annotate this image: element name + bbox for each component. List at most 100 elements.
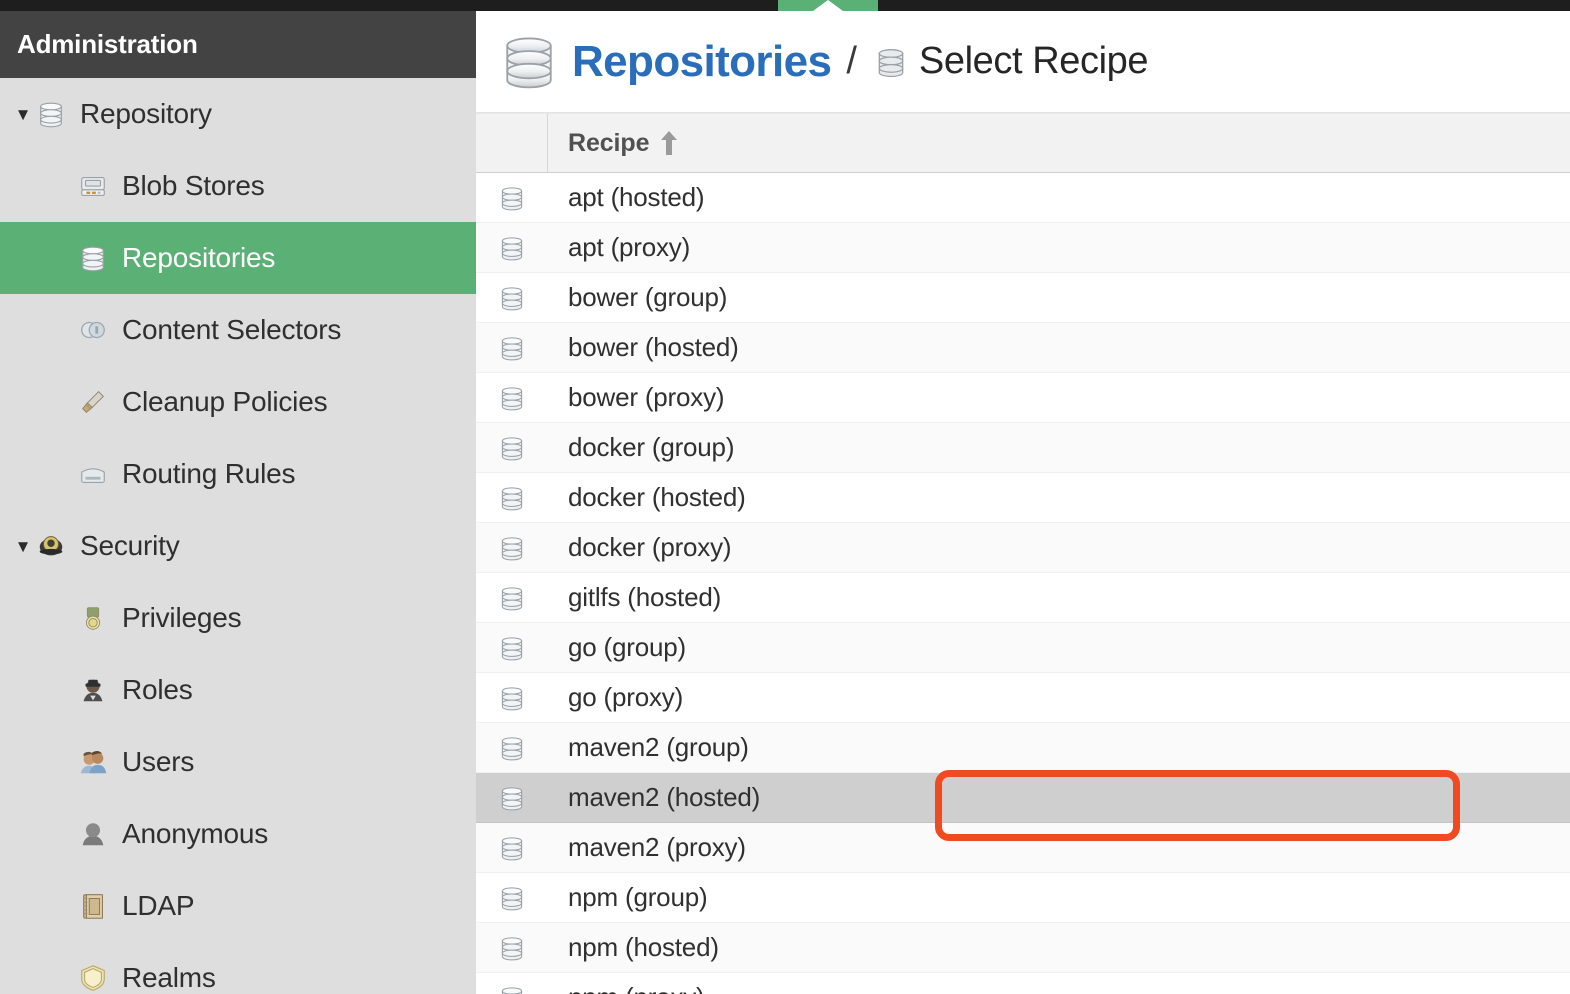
sidebar-item-users[interactable]: Users [0, 726, 476, 798]
row-icon-cell [476, 184, 548, 212]
row-icon-cell [476, 384, 548, 412]
breadcrumb-current-select-recipe: Select Recipe [919, 40, 1148, 83]
row-icon-cell [476, 934, 548, 962]
top-nav-bar [0, 0, 1570, 11]
recipe-name-cell: bower (proxy) [548, 382, 1570, 413]
sidebar-item-privileges[interactable]: Privileges [0, 582, 476, 654]
security-shield-icon [36, 531, 66, 561]
recipe-table: Recipe apt (hosted) apt (proxy) bower (gro… [476, 113, 1570, 994]
sidebar-item-label: Content Selectors [122, 314, 341, 346]
admin-sidebar: Administration ▼ Repository Blob Stores Rep… [0, 11, 476, 994]
sidebar-item-roles[interactable]: Roles [0, 654, 476, 726]
main-content-panel: Repositories / Select Recipe Recipe [476, 11, 1570, 994]
sidebar-item-ldap[interactable]: LDAP [0, 870, 476, 942]
database-icon [498, 584, 526, 612]
recipe-name-cell: apt (proxy) [548, 232, 1570, 263]
table-row[interactable]: npm (hosted) [476, 923, 1570, 973]
database-icon [498, 684, 526, 712]
recipe-name-cell: gitlfs (hosted) [548, 582, 1570, 613]
recipe-name-cell: go (group) [548, 632, 1570, 663]
table-row[interactable]: docker (proxy) [476, 523, 1570, 573]
sidebar-item-anonymous[interactable]: Anonymous [0, 798, 476, 870]
table-header-recipe-column[interactable]: Recipe [548, 114, 1570, 172]
table-row[interactable]: npm (proxy) [476, 973, 1570, 994]
row-icon-cell [476, 484, 548, 512]
recipe-name-cell: maven2 (proxy) [548, 832, 1570, 863]
database-icon [498, 234, 526, 262]
sidebar-item-realms[interactable]: Realms [0, 942, 476, 994]
table-row[interactable]: maven2 (group) [476, 723, 1570, 773]
breadcrumb-link-repositories[interactable]: Repositories [572, 37, 831, 87]
table-header-icon-column [476, 114, 548, 172]
recipe-name-cell: apt (hosted) [548, 182, 1570, 213]
database-icon [498, 534, 526, 562]
sidebar-item-blob-stores[interactable]: Blob Stores [0, 150, 476, 222]
database-icon [498, 384, 526, 412]
row-icon-cell [476, 634, 548, 662]
database-icon [498, 184, 526, 212]
sidebar-item-label: Anonymous [122, 818, 268, 850]
column-header-label: Recipe [568, 129, 649, 158]
row-icon-cell [476, 784, 548, 812]
table-row[interactable]: go (group) [476, 623, 1570, 673]
nav-tab-caret-icon [813, 0, 843, 11]
table-row[interactable]: docker (group) [476, 423, 1570, 473]
table-row[interactable]: maven2 (proxy) [476, 823, 1570, 873]
table-row[interactable]: gitlfs (hosted) [476, 573, 1570, 623]
recipe-name-cell: bower (group) [548, 282, 1570, 313]
database-icon [498, 734, 526, 762]
recipe-name-cell: npm (proxy) [548, 982, 1570, 994]
row-icon-cell [476, 884, 548, 912]
table-header-row: Recipe [476, 113, 1570, 173]
sidebar-item-label: Security [80, 530, 180, 562]
database-icon [78, 243, 108, 273]
recipe-name-cell: docker (hosted) [548, 482, 1570, 513]
database-icon [498, 284, 526, 312]
recipe-name-cell: go (proxy) [548, 682, 1570, 713]
recipe-name-cell: docker (group) [548, 432, 1570, 463]
table-row[interactable]: npm (group) [476, 873, 1570, 923]
sidebar-item-label: Users [122, 746, 194, 778]
sidebar-item-label: Repository [80, 98, 212, 130]
sidebar-item-content-selectors[interactable]: Content Selectors [0, 294, 476, 366]
sort-ascending-icon[interactable] [661, 131, 677, 155]
database-icon [498, 434, 526, 462]
table-row[interactable]: bower (hosted) [476, 323, 1570, 373]
table-row[interactable]: docker (hosted) [476, 473, 1570, 523]
ldap-book-icon [78, 891, 108, 921]
table-row[interactable]: go (proxy) [476, 673, 1570, 723]
blob-store-icon [78, 171, 108, 201]
chevron-down-icon[interactable]: ▼ [10, 106, 36, 123]
sidebar-item-label: Roles [122, 674, 193, 706]
row-icon-cell [476, 434, 548, 462]
active-nav-tab[interactable] [778, 0, 878, 11]
table-row[interactable]: apt (hosted) [476, 173, 1570, 223]
database-icon [498, 934, 526, 962]
chevron-down-icon[interactable]: ▼ [10, 538, 36, 555]
database-icon [874, 45, 908, 79]
sidebar-item-repositories[interactable]: Repositories [0, 222, 476, 294]
sidebar-item-cleanup-policies[interactable]: Cleanup Policies [0, 366, 476, 438]
recipe-name-cell: npm (group) [548, 882, 1570, 913]
row-icon-cell [476, 684, 548, 712]
table-row[interactable]: bower (proxy) [476, 373, 1570, 423]
roles-icon [78, 675, 108, 705]
table-row[interactable]: maven2 (hosted) [476, 773, 1570, 823]
content-selector-icon [78, 315, 108, 345]
recipe-name-cell: docker (proxy) [548, 532, 1570, 563]
row-icon-cell [476, 734, 548, 762]
sidebar-item-label: Cleanup Policies [122, 386, 327, 418]
users-icon [78, 747, 108, 777]
sidebar-item-label: LDAP [122, 890, 194, 922]
sidebar-header: Administration [0, 11, 476, 78]
database-icon [498, 984, 526, 994]
recipe-name-cell: maven2 (hosted) [548, 782, 1570, 813]
recipe-name-cell: maven2 (group) [548, 732, 1570, 763]
sidebar-item-label: Blob Stores [122, 170, 265, 202]
sidebar-item-routing-rules[interactable]: Routing Rules [0, 438, 476, 510]
sidebar-item-security[interactable]: ▼ Security [0, 510, 476, 582]
table-row[interactable]: apt (proxy) [476, 223, 1570, 273]
row-icon-cell [476, 834, 548, 862]
sidebar-item-repository[interactable]: ▼ Repository [0, 78, 476, 150]
table-row[interactable]: bower (group) [476, 273, 1570, 323]
